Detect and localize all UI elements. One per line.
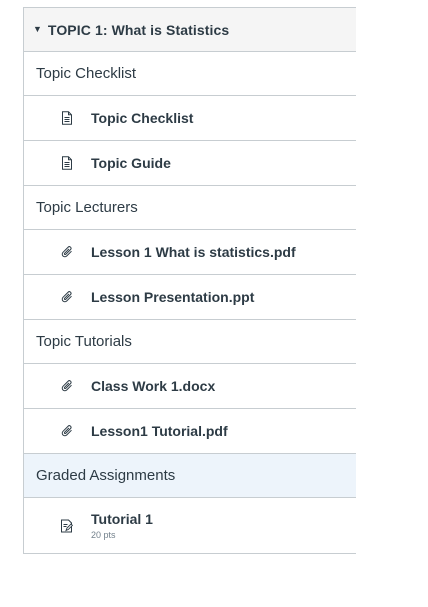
paperclip-icon bbox=[60, 424, 74, 438]
document-icon bbox=[60, 156, 74, 170]
module-item-lesson-1-pdf[interactable]: Lesson 1 What is statistics.pdf bbox=[24, 230, 356, 275]
item-label[interactable]: Lesson Presentation.ppt bbox=[91, 289, 254, 305]
paperclip-icon bbox=[60, 379, 74, 393]
subheader-topic-checklist: Topic Checklist bbox=[24, 52, 356, 96]
item-label[interactable]: Topic Guide bbox=[91, 155, 171, 171]
module-item-topic-checklist[interactable]: Topic Checklist bbox=[24, 96, 356, 141]
module-title[interactable]: TOPIC 1: What is Statistics bbox=[48, 22, 229, 38]
item-label[interactable]: Lesson1 Tutorial.pdf bbox=[91, 423, 228, 439]
subheader-topic-lecturers: Topic Lecturers bbox=[24, 186, 356, 230]
caret-down-icon[interactable]: ▼ bbox=[33, 25, 42, 34]
assignment-icon bbox=[60, 519, 74, 533]
module-item-lesson1-tutorial[interactable]: Lesson1 Tutorial.pdf bbox=[24, 409, 356, 454]
document-icon bbox=[60, 111, 74, 125]
subheader-label: Topic Checklist bbox=[36, 65, 137, 82]
item-label[interactable]: Topic Checklist bbox=[91, 110, 193, 126]
subheader-topic-tutorials: Topic Tutorials bbox=[24, 320, 356, 364]
subheader-graded-assignments: Graded Assignments bbox=[24, 454, 356, 498]
module-header[interactable]: ▼ TOPIC 1: What is Statistics bbox=[24, 7, 356, 52]
points-label: 20 pts bbox=[91, 530, 116, 540]
item-label[interactable]: Class Work 1.docx bbox=[91, 378, 215, 394]
module-item-class-work-1[interactable]: Class Work 1.docx bbox=[24, 364, 356, 409]
module-topic-1: ▼ TOPIC 1: What is Statistics Topic Chec… bbox=[23, 7, 356, 554]
item-label[interactable]: Lesson 1 What is statistics.pdf bbox=[91, 244, 296, 260]
subheader-label: Topic Tutorials bbox=[36, 333, 132, 350]
module-item-lesson-presentation[interactable]: Lesson Presentation.ppt bbox=[24, 275, 356, 320]
module-item-tutorial-1[interactable]: Tutorial 1 20 pts bbox=[24, 498, 356, 553]
subheader-label: Topic Lecturers bbox=[36, 199, 138, 216]
assignment-text: Tutorial 1 20 pts bbox=[91, 511, 153, 540]
paperclip-icon bbox=[60, 245, 74, 259]
subheader-label: Graded Assignments bbox=[36, 467, 176, 484]
paperclip-icon bbox=[60, 290, 74, 304]
item-label[interactable]: Tutorial 1 bbox=[91, 511, 153, 527]
module-item-topic-guide[interactable]: Topic Guide bbox=[24, 141, 356, 186]
